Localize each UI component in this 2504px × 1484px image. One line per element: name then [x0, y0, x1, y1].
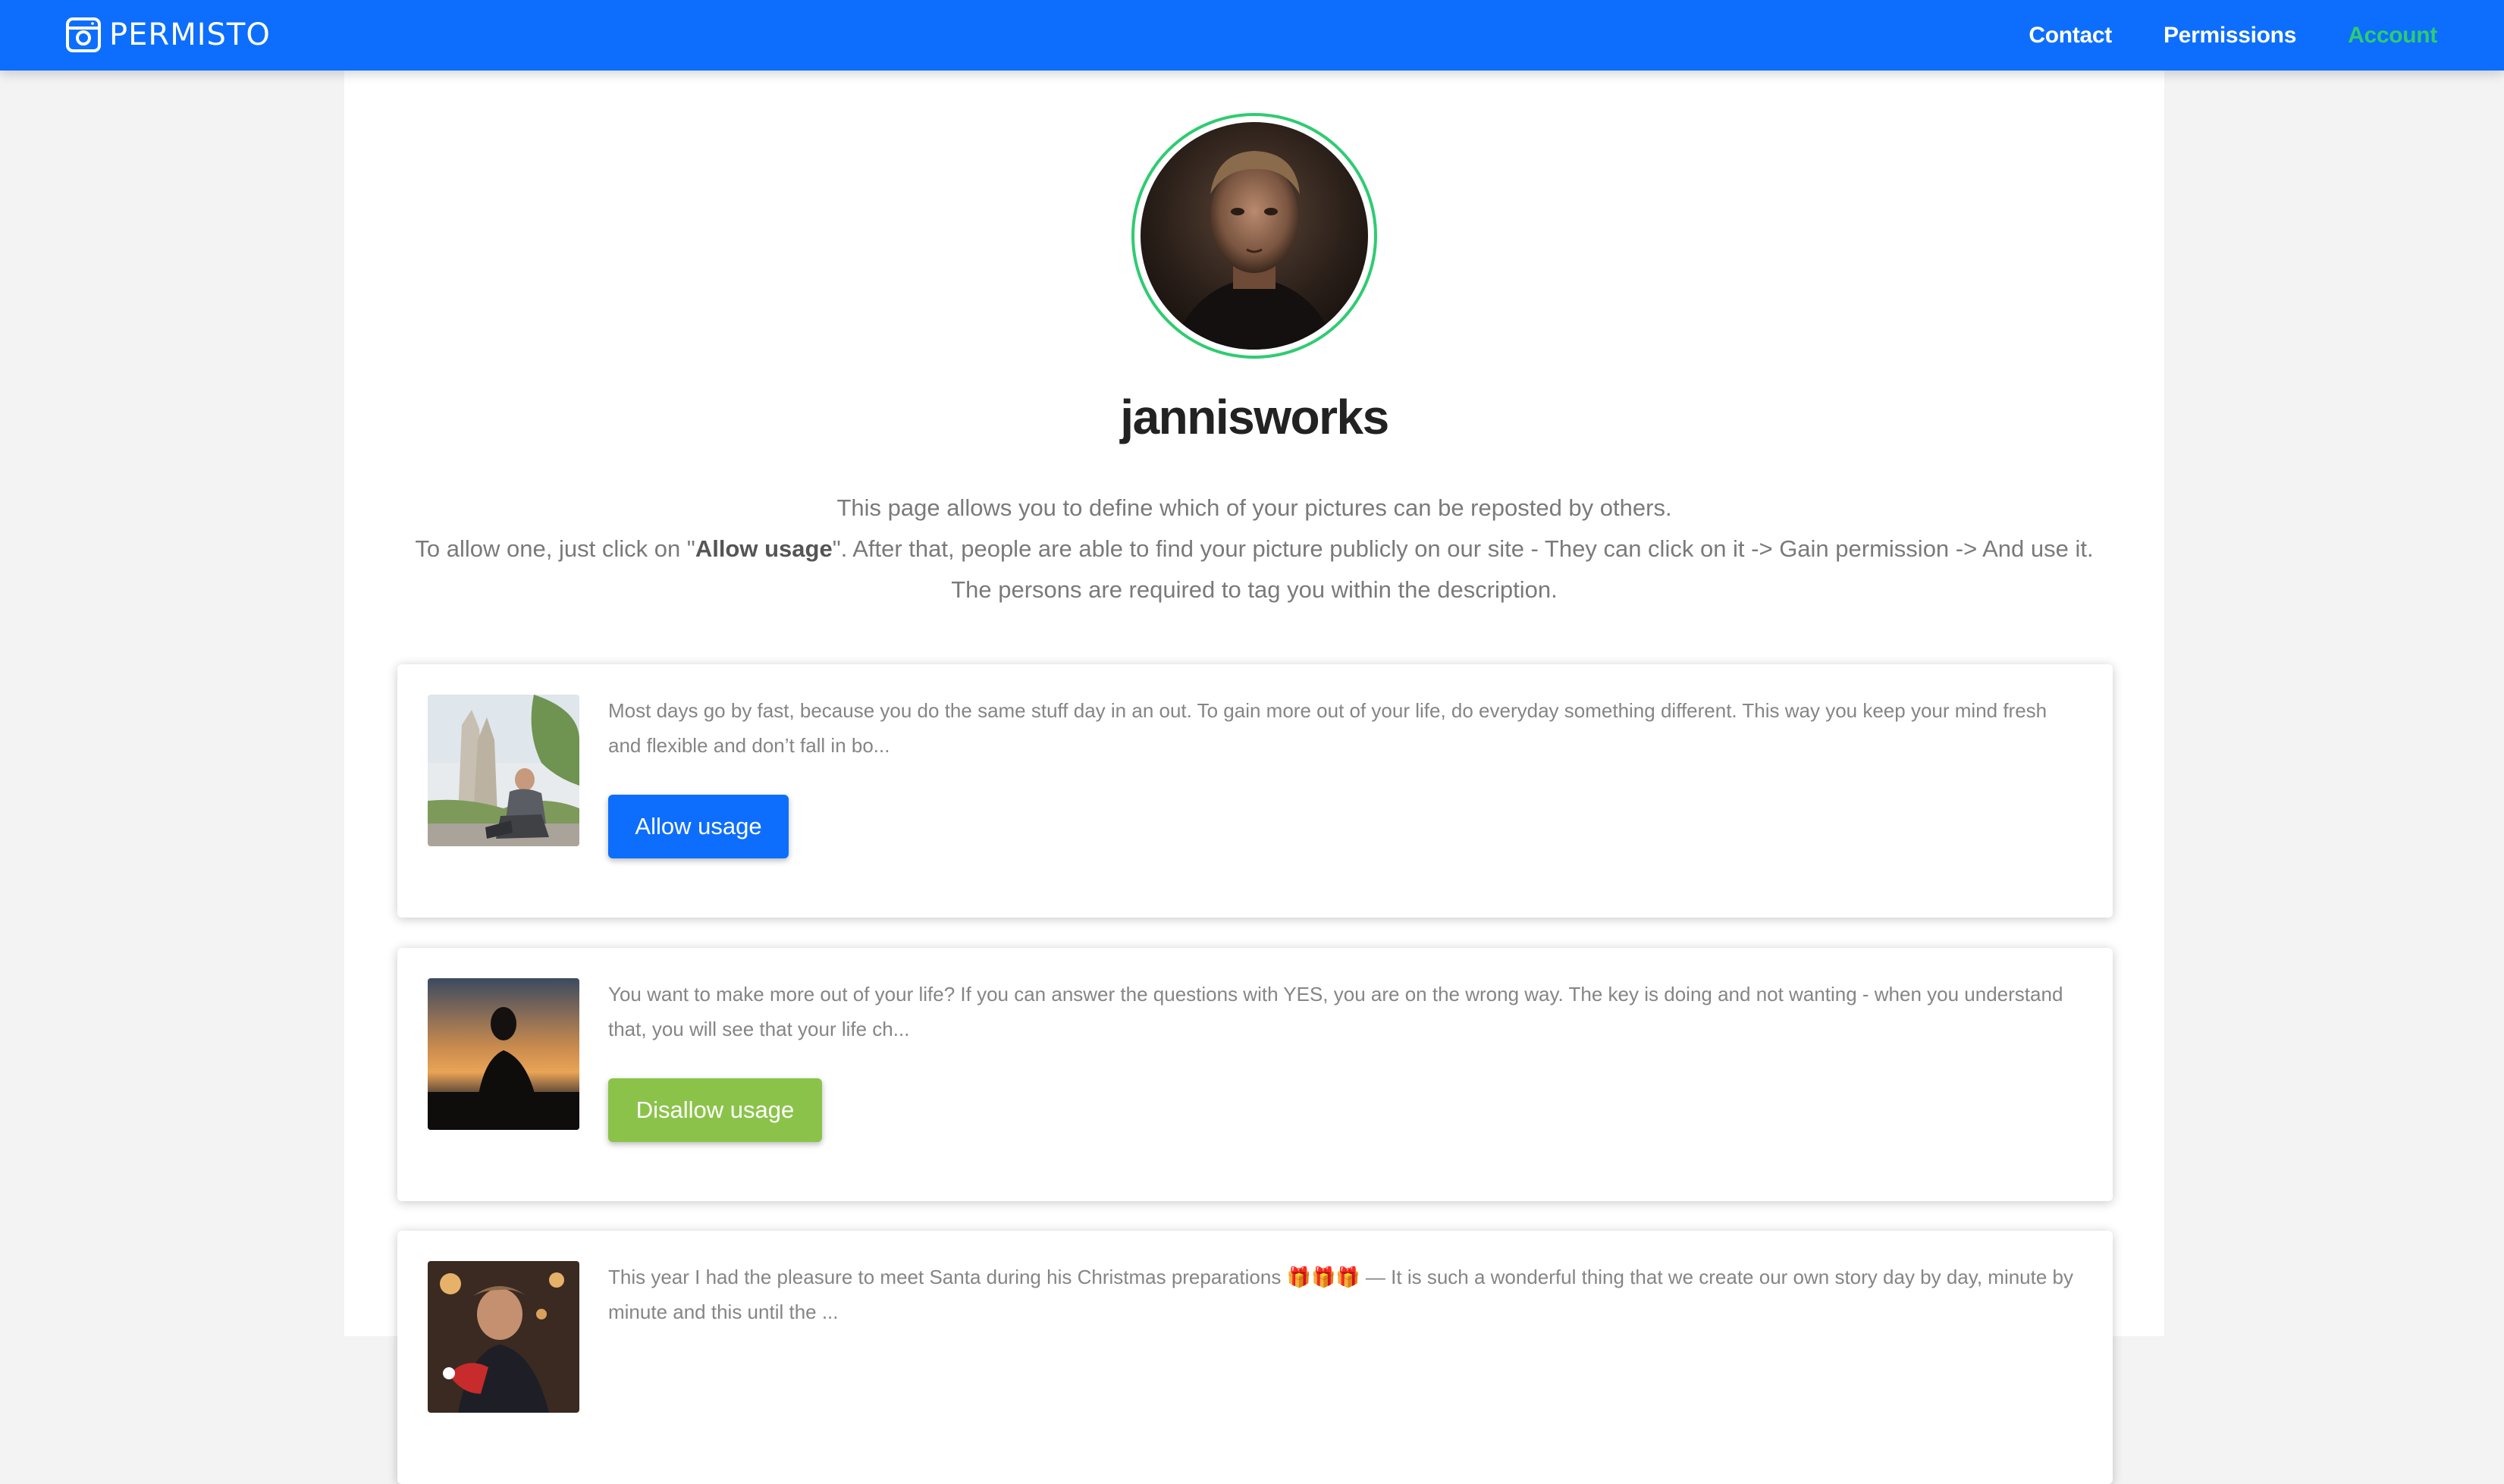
- nav-permissions-link[interactable]: Permissions: [2164, 23, 2296, 49]
- main-content: jannisworks This page allows you to defi…: [344, 71, 2164, 1484]
- profile-username: jannisworks: [1120, 390, 1389, 444]
- intro-line-2-bold: Allow usage: [695, 535, 833, 562]
- intro-line-2-suffix: ". After that, people are able to find y…: [832, 535, 2094, 562]
- post-thumbnail[interactable]: [428, 978, 579, 1130]
- disallow-usage-button[interactable]: Disallow usage: [608, 1078, 822, 1142]
- profile-avatar-ring: [1131, 113, 1377, 359]
- post-description: You want to make more out of your life? …: [608, 983, 2063, 1040]
- brand-logo-link[interactable]: PERMISTO: [65, 17, 271, 53]
- intro-line-1: This page allows you to define which of …: [836, 494, 1672, 521]
- intro-text: This page allows you to define which of …: [344, 488, 2164, 610]
- post-card: This year I had the pleasure to meet San…: [397, 1231, 2113, 1484]
- post-description: This year I had the pleasure to meet San…: [608, 1266, 2074, 1323]
- post-thumbnail[interactable]: [428, 1261, 579, 1413]
- nav-contact-link[interactable]: Contact: [2029, 23, 2112, 49]
- top-navbar: PERMISTO Contact Permissions Account: [0, 0, 2504, 71]
- camera-icon: [66, 17, 101, 52]
- nav-account-link[interactable]: Account: [2348, 23, 2437, 49]
- intro-line-3: The persons are required to tag you with…: [951, 576, 1558, 603]
- post-description: Most days go by fast, because you do the…: [608, 699, 2047, 757]
- profile-avatar: [1141, 122, 1368, 350]
- post-thumbnail[interactable]: [428, 695, 579, 846]
- intro-line-2-prefix: To allow one, just click on ": [415, 535, 695, 562]
- post-card: You want to make more out of your life? …: [397, 948, 2113, 1201]
- nav-menu: Contact Permissions Account: [2029, 0, 2437, 71]
- allow-usage-button[interactable]: Allow usage: [608, 795, 789, 858]
- intro-line-2: To allow one, just click on "Allow usage…: [344, 529, 2164, 569]
- brand-name: PERMISTO: [109, 17, 271, 52]
- post-card: Most days go by fast, because you do the…: [397, 664, 2113, 918]
